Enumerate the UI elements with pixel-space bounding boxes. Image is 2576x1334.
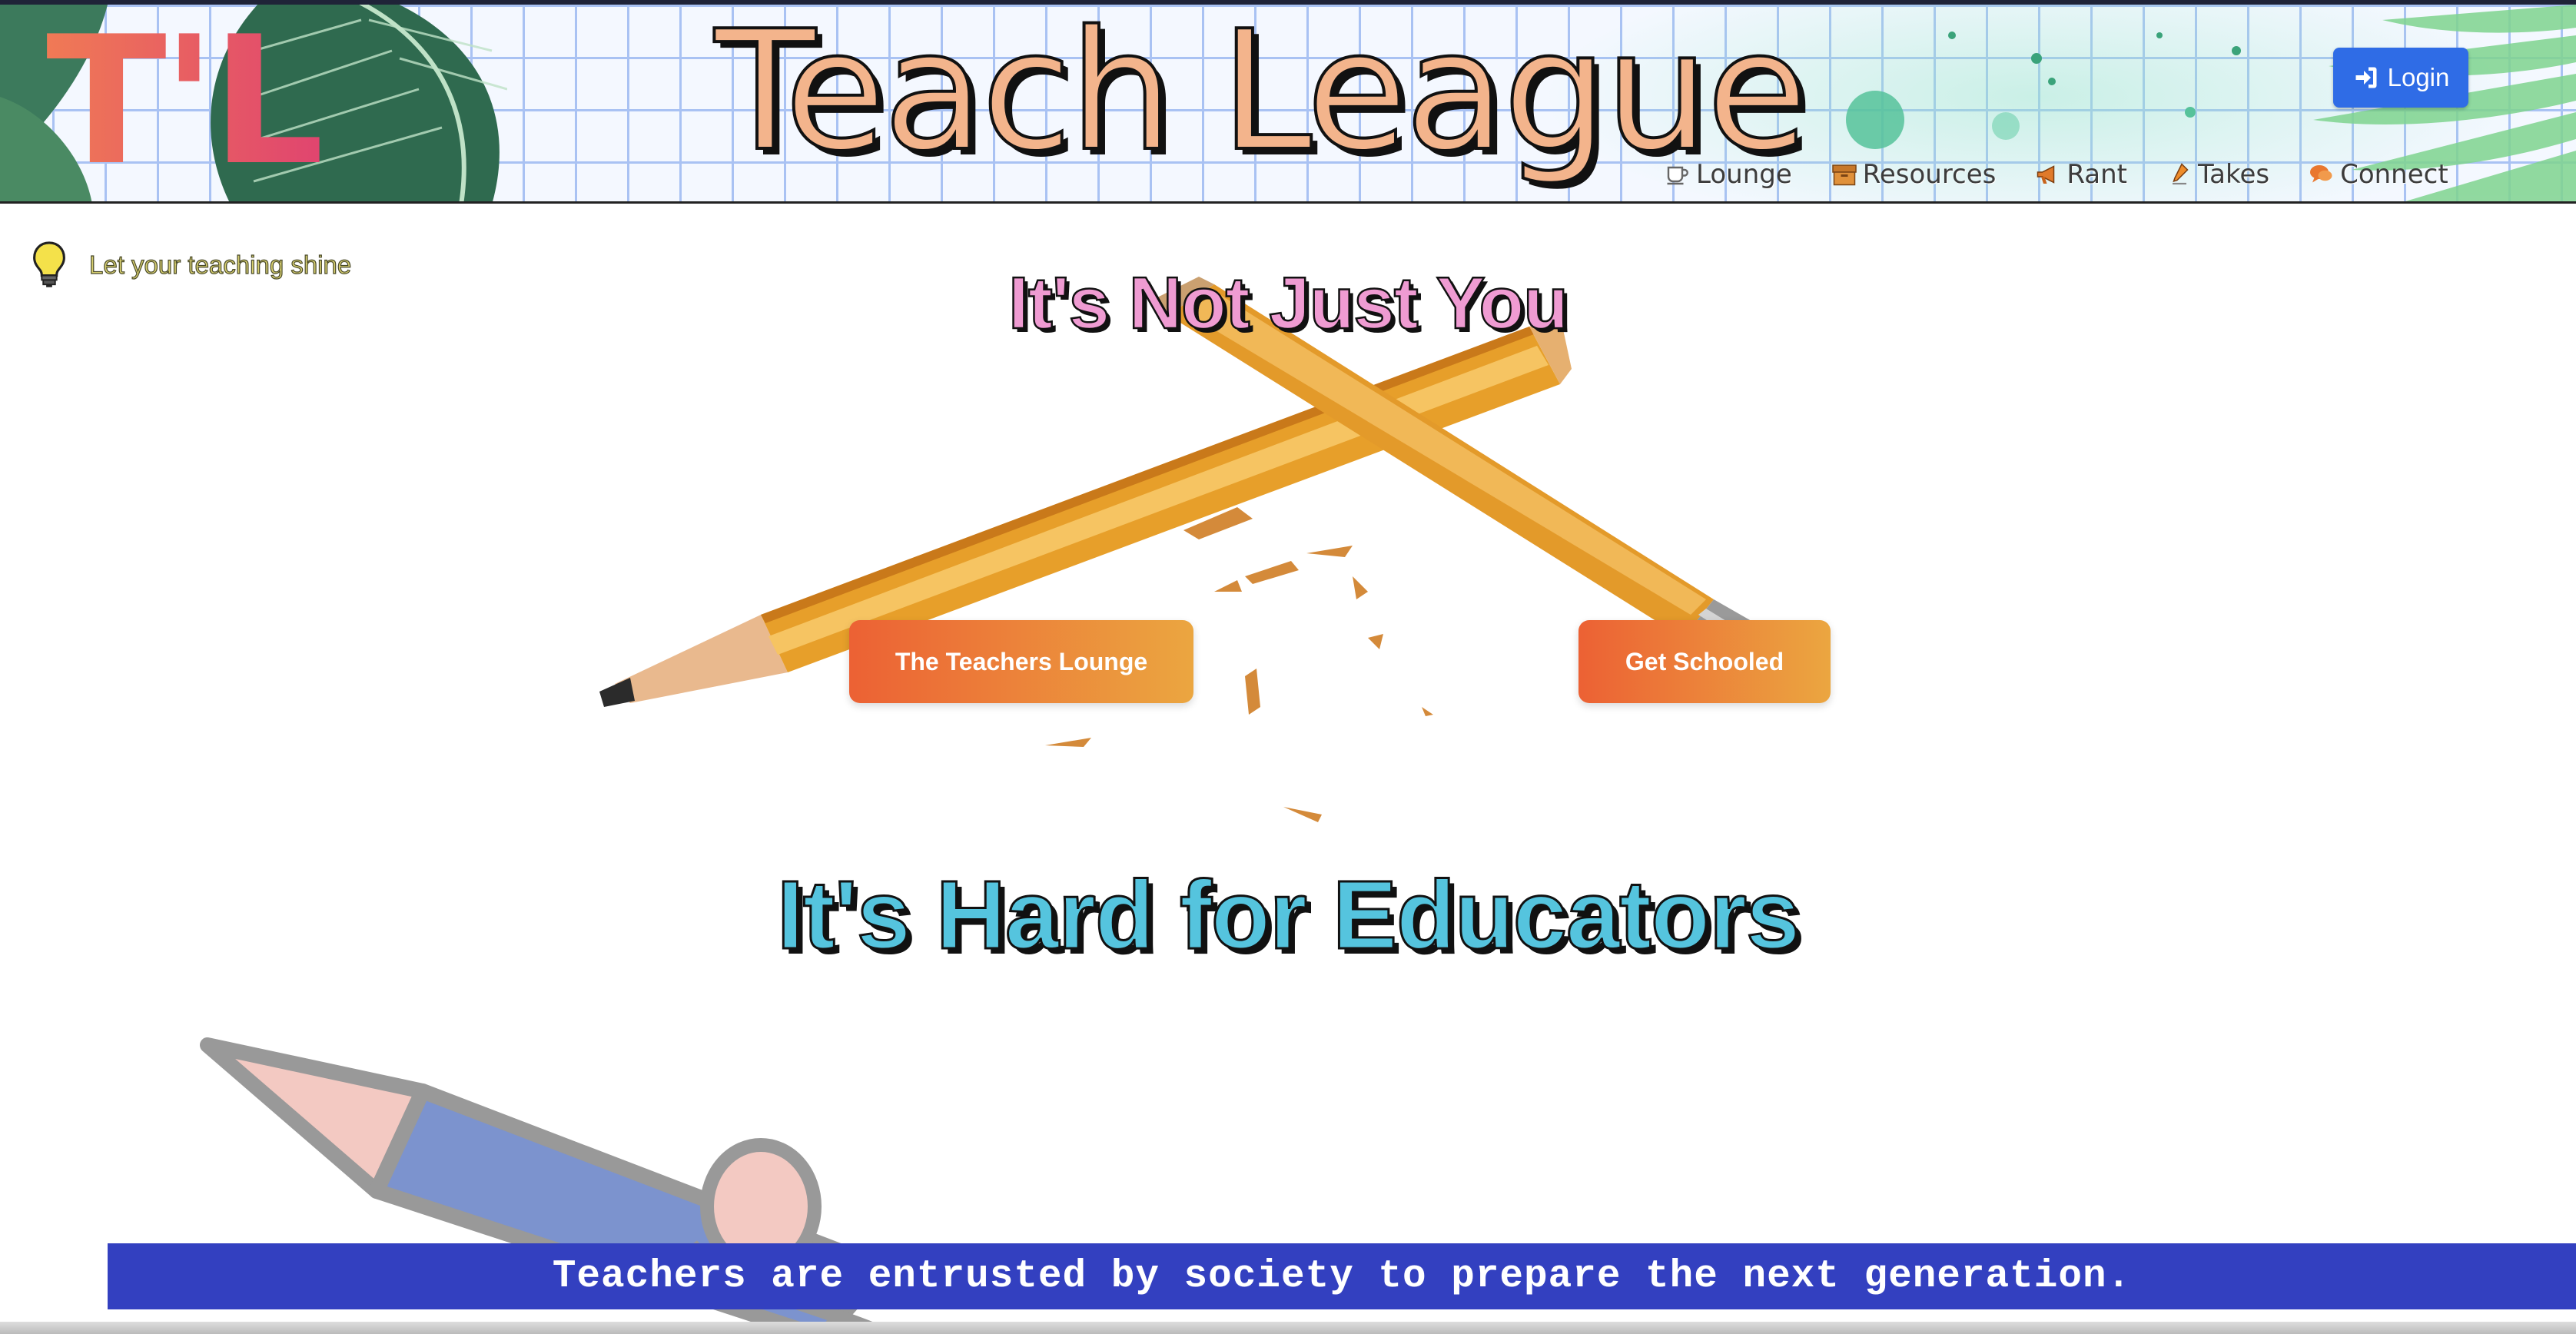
footer-banner: Teachers are entrusted by society to pre… [108,1243,2576,1309]
bottom-edge [0,1322,2576,1334]
hero-title: It's Not Just You [1007,261,1569,346]
hero-subtitle: It's Hard for Educators [775,860,1801,971]
nav-item-lounge[interactable]: Lounge [1664,159,1792,190]
nav-item-resources[interactable]: Resources [1831,159,1997,190]
get-schooled-button[interactable]: Get Schooled [1578,620,1831,703]
login-label: Login [2387,63,2450,91]
sign-in-icon [2355,67,2377,88]
site-title[interactable]: Teach League [713,5,1810,179]
site-header: T'L Teach League Login Lounge Resources … [0,5,2576,204]
nav-item-connect[interactable]: Connect [2308,159,2448,190]
login-button[interactable]: Login [2333,48,2468,108]
nav-label: Connect [2340,159,2448,190]
main-nav: Lounge Resources Rant Takes Connect [1664,155,2487,194]
banner-text: Teachers are entrusted by society to pre… [552,1254,2132,1299]
teachers-lounge-button[interactable]: The Teachers Lounge [849,620,1193,703]
chat-icon [2310,165,2332,183]
nav-label: Lounge [1696,159,1792,190]
logo[interactable]: T'L [46,14,324,191]
box-icon [1832,164,1857,186]
nav-label: Rant [2066,159,2127,190]
nav-item-rant[interactable]: Rant [2034,159,2127,190]
nav-item-takes[interactable]: Takes [2166,159,2269,190]
nav-label: Takes [2197,159,2270,190]
cup-icon [1667,166,1688,185]
pen-icon [2172,163,2189,185]
megaphone-icon [2037,165,2055,184]
nav-label: Resources [1862,159,1997,190]
